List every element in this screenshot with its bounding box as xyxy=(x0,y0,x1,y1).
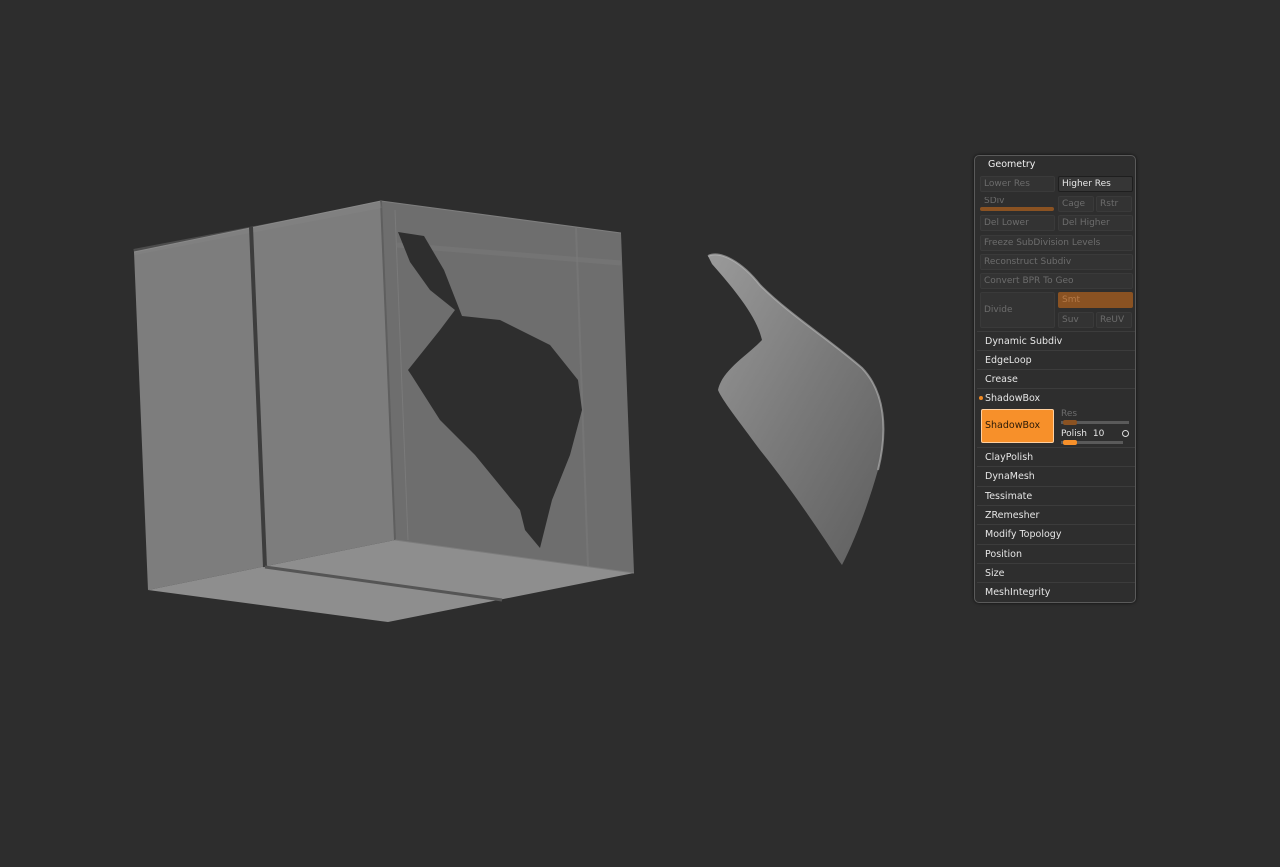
active-bullet-icon xyxy=(979,396,983,400)
geometry-panel-title[interactable]: Geometry xyxy=(988,159,1035,170)
sdiv-slider-track[interactable] xyxy=(980,207,1054,211)
lower-res-button[interactable]: Lower Res xyxy=(980,176,1055,192)
del-higher-button[interactable]: Del Higher xyxy=(1058,215,1133,231)
res-slider-fill xyxy=(1063,420,1077,425)
del-lower-button[interactable]: Del Lower xyxy=(980,215,1055,231)
subpalette-edgeloop[interactable]: EdgeLoop xyxy=(977,350,1135,369)
subpalette-dynamic-subdiv[interactable]: Dynamic Subdiv xyxy=(977,331,1135,350)
polish-slider-fill xyxy=(1063,440,1077,445)
convert-bpr-to-geo-button[interactable]: Convert BPR To Geo xyxy=(980,273,1133,289)
suv-toggle[interactable]: Suv xyxy=(1058,312,1094,328)
subpalette-position[interactable]: Position xyxy=(977,544,1135,563)
smt-toggle[interactable]: Smt xyxy=(1058,292,1133,308)
polished-mesh[interactable] xyxy=(707,253,885,565)
subpalette-claypolish[interactable]: ClayPolish xyxy=(977,447,1135,466)
freeze-subdivision-levels-button[interactable]: Freeze SubDivision Levels xyxy=(980,235,1133,251)
subpalette-modify-topology[interactable]: Modify Topology xyxy=(977,524,1135,543)
rstr-button[interactable]: Rstr xyxy=(1096,196,1132,212)
polish-dial-icon[interactable] xyxy=(1122,430,1129,437)
subpalette-size[interactable]: Size xyxy=(977,563,1135,582)
polish-slider-label: Polish 10 xyxy=(1061,429,1104,439)
subpalette-meshintegrity[interactable]: MeshIntegrity xyxy=(977,582,1135,601)
subpalette-tessimate[interactable]: Tessimate xyxy=(977,486,1135,505)
polished-mesh-body xyxy=(708,254,884,565)
polish-label: Polish xyxy=(1061,429,1088,439)
subpalette-dynamesh[interactable]: DynaMesh xyxy=(977,466,1135,485)
reuv-toggle[interactable]: ReUV xyxy=(1096,312,1132,328)
geometry-panel: Geometry Lower Res Higher Res SDiv Cage … xyxy=(974,155,1136,603)
subpalette-shadowbox-label: ShadowBox xyxy=(985,393,1041,404)
polish-value: 10 xyxy=(1092,429,1105,439)
res-slider-label: Res xyxy=(1061,409,1078,419)
cage-button[interactable]: Cage xyxy=(1058,196,1094,212)
sdiv-label: SDiv xyxy=(984,196,1005,206)
subpalette-shadowbox[interactable]: ShadowBox xyxy=(977,388,1135,407)
subpalette-zremesher[interactable]: ZRemesher xyxy=(977,505,1135,524)
shadowbox-button[interactable]: ShadowBox xyxy=(981,409,1054,443)
divide-button[interactable]: Divide xyxy=(980,292,1055,328)
higher-res-button[interactable]: Higher Res xyxy=(1058,176,1133,192)
reconstruct-subdiv-button[interactable]: Reconstruct Subdiv xyxy=(980,254,1133,270)
shadowbox-cube[interactable] xyxy=(133,200,635,622)
subpalette-crease[interactable]: Crease xyxy=(977,369,1135,388)
